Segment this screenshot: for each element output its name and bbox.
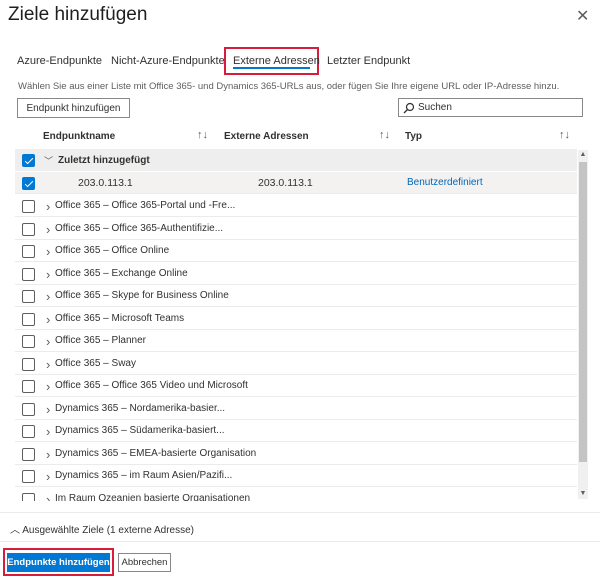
- row-checkbox[interactable]: [22, 425, 35, 438]
- active-tab-underline: [233, 67, 310, 69]
- add-endpoint-button[interactable]: Endpunkt hinzufügen: [17, 98, 130, 118]
- row-label: Dynamics 365 – Nordamerika-basier...: [55, 402, 226, 414]
- chevron-right-icon[interactable]: ›: [46, 199, 50, 214]
- chevron-right-icon[interactable]: ›: [46, 334, 50, 349]
- add-endpoints-button[interactable]: Endpunkte hinzufügen: [7, 553, 110, 572]
- column-header-endpoint-name[interactable]: Endpunktname: [43, 131, 115, 142]
- column-header-external-addresses[interactable]: Externe Adressen: [224, 131, 309, 142]
- row-label: Office 365 – Exchange Online: [55, 267, 188, 279]
- divider: [0, 512, 600, 513]
- sort-icon[interactable]: ↑↓: [379, 129, 390, 141]
- row-checkbox[interactable]: [22, 357, 35, 371]
- row-label: Office 365 – Skype for Business Online: [55, 290, 229, 301]
- row-checkbox[interactable]: [22, 290, 35, 303]
- table-row[interactable]: › Office 365 – Sway: [15, 353, 577, 375]
- scroll-up-icon[interactable]: ▲: [578, 150, 588, 160]
- chevron-right-icon[interactable]: ›: [46, 492, 50, 502]
- chevron-right-icon[interactable]: ›: [46, 469, 50, 484]
- row-label: Office 365 – Office 365 Video und Micros…: [55, 380, 248, 391]
- tab-last-endpoint[interactable]: Letzter Endpunkt: [327, 55, 410, 67]
- vertical-scrollbar[interactable]: ▲ ▼: [578, 150, 588, 499]
- scroll-down-icon[interactable]: ▼: [578, 489, 588, 499]
- table-row[interactable]: › Office 365 – Office 365-Portal und -Fre…: [15, 195, 577, 217]
- row-checkbox[interactable]: [22, 335, 35, 348]
- table-row[interactable]: › Office 365 – Office 365 Video und Micro…: [15, 375, 577, 397]
- endpoint-table: ﹀ Zuletzt hinzugefügt 203.0.113.1 203.0.…: [15, 149, 591, 501]
- table-row[interactable]: › Office 365 – Microsoft Teams: [15, 308, 577, 330]
- chevron-right-icon[interactable]: ›: [46, 424, 50, 439]
- row-label: Office 365 – Office 365-Authentifizie...: [55, 222, 224, 234]
- row-label: Office 365 – Office Online: [55, 245, 170, 256]
- tab-azure-endpoints[interactable]: Azure-Endpunkte: [17, 55, 102, 67]
- table-row[interactable]: › Office 365 – Office Online: [15, 240, 577, 262]
- chevron-right-icon[interactable]: ›: [46, 357, 50, 372]
- row-label: Office 365 – Microsoft Teams: [55, 312, 185, 324]
- row-checkbox[interactable]: [22, 380, 35, 393]
- tab-external-addresses[interactable]: Externe Adressen: [233, 55, 320, 67]
- group-label: Zuletzt hinzugefügt: [58, 154, 150, 166]
- table-row[interactable]: › Dynamics 365 – EMEA-basierte Organisati…: [15, 443, 577, 465]
- table-row-selected[interactable]: 203.0.113.1 203.0.113.1 Benutzerdefinier…: [15, 172, 577, 194]
- row-checkbox[interactable]: [22, 267, 35, 281]
- table-row[interactable]: › Office 365 – Planner: [15, 330, 577, 352]
- column-header-type[interactable]: Typ: [405, 131, 422, 142]
- search-input[interactable]: [418, 102, 578, 113]
- chevron-right-icon[interactable]: ›: [46, 447, 50, 462]
- chevron-right-icon[interactable]: ›: [46, 289, 50, 304]
- sort-icon[interactable]: ↑↓: [197, 129, 208, 141]
- chevron-down-icon[interactable]: ﹀: [44, 154, 53, 167]
- row-checkbox[interactable]: [22, 177, 35, 190]
- endpoint-name-cell: 203.0.113.1: [78, 176, 133, 189]
- group-header-recently-added[interactable]: ﹀ Zuletzt hinzugefügt: [15, 149, 577, 171]
- row-label: Dynamics 365 – EMEA-basierte Organisatio…: [55, 447, 257, 459]
- type-cell[interactable]: Benutzerdefiniert: [407, 177, 483, 188]
- row-label: Dynamics 365 – im Raum Asien/Pazifi...: [55, 470, 233, 481]
- selected-targets-label: Ausgewählte Ziele (1 externe Adresse): [22, 525, 194, 536]
- chevron-right-icon[interactable]: ›: [46, 244, 50, 259]
- table-row[interactable]: › Office 365 – Office 365-Authentifizie..…: [15, 218, 577, 240]
- row-label: Office 365 – Office 365-Portal und -Fre.…: [55, 200, 236, 211]
- chevron-right-icon[interactable]: ›: [46, 312, 50, 327]
- row-checkbox[interactable]: [22, 492, 35, 501]
- description-text: Wählen Sie aus einer Liste mit Office 36…: [18, 81, 560, 92]
- row-checkbox[interactable]: [22, 447, 35, 461]
- chevron-right-icon[interactable]: ›: [46, 402, 50, 417]
- selected-targets-toggle[interactable]: ︿ Ausgewählte Ziele (1 externe Adresse): [10, 521, 194, 536]
- row-label: Dynamics 365 – Südamerika-basiert...: [55, 425, 225, 436]
- tab-non-azure-endpoints[interactable]: Nicht-Azure-Endpunkte: [111, 55, 225, 67]
- table-row[interactable]: › Dynamics 365 – Nordamerika-basier...: [15, 398, 577, 420]
- chevron-up-icon: ︿: [10, 525, 20, 536]
- row-checkbox[interactable]: [22, 312, 35, 326]
- chevron-right-icon[interactable]: ›: [46, 222, 50, 237]
- row-checkbox[interactable]: [22, 200, 35, 213]
- table-row[interactable]: › Dynamics 365 – im Raum Asien/Pazifi...: [15, 465, 577, 487]
- external-address-cell: 203.0.113.1: [258, 176, 313, 189]
- row-checkbox[interactable]: [22, 222, 35, 236]
- row-label: Im Raum Ozeanien basierte Organisationen: [55, 492, 251, 502]
- table-row[interactable]: › Im Raum Ozeanien basierte Organisatione…: [15, 488, 577, 502]
- row-label: Office 365 – Sway: [55, 357, 136, 369]
- table-row[interactable]: › Office 365 – Skype for Business Online: [15, 285, 577, 307]
- scroll-thumb[interactable]: [579, 162, 587, 462]
- search-box[interactable]: [398, 98, 583, 117]
- table-row[interactable]: › Office 365 – Exchange Online: [15, 263, 577, 285]
- sort-icon[interactable]: ↑↓: [559, 129, 570, 141]
- close-icon[interactable]: ✕: [576, 6, 589, 26]
- row-checkbox[interactable]: [22, 245, 35, 258]
- row-checkbox[interactable]: [22, 402, 35, 416]
- chevron-right-icon[interactable]: ›: [46, 267, 50, 282]
- table-row[interactable]: › Dynamics 365 – Südamerika-basiert...: [15, 420, 577, 442]
- divider: [0, 541, 600, 542]
- dialog-title: Ziele hinzufügen: [8, 4, 148, 25]
- search-icon: [403, 102, 415, 113]
- cancel-button[interactable]: Abbrechen: [118, 553, 171, 572]
- group-checkbox[interactable]: [22, 154, 35, 167]
- row-checkbox[interactable]: [22, 470, 35, 483]
- chevron-right-icon[interactable]: ›: [46, 379, 50, 394]
- row-label: Office 365 – Planner: [55, 335, 146, 346]
